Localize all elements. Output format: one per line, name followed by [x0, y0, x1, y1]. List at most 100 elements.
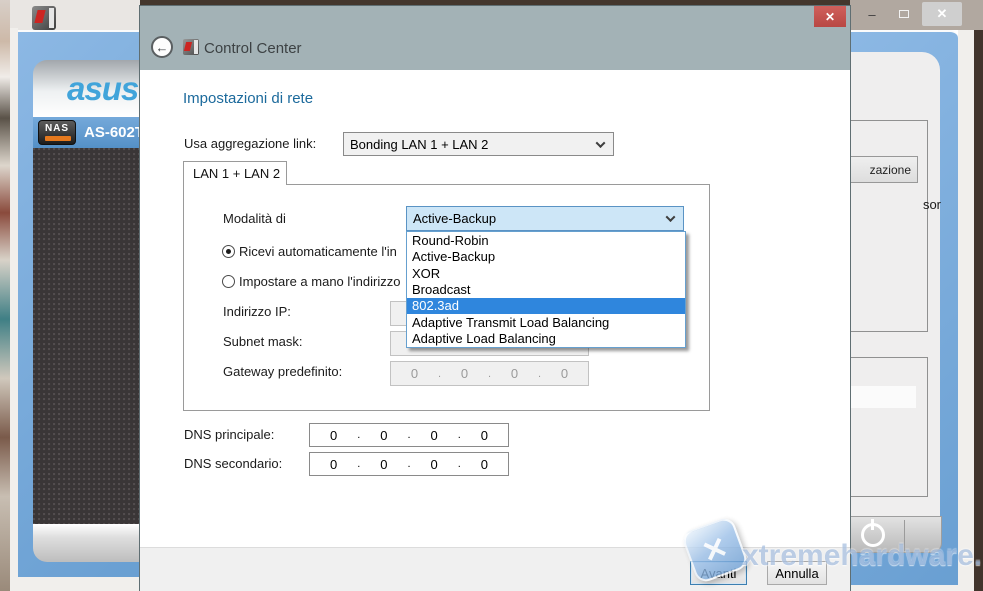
bg-groupbox-top: [846, 120, 928, 332]
aggregation-select[interactable]: Bonding LAN 1 + LAN 2: [343, 132, 614, 156]
asustor-logo: asus: [67, 70, 138, 108]
bg-window-close-button[interactable]: ✕: [922, 2, 962, 26]
octet: 0: [461, 366, 468, 381]
octet-dot: .: [357, 429, 360, 441]
dialog-close-button[interactable]: ✕: [814, 6, 846, 27]
octet: 0: [380, 457, 387, 472]
cancel-button[interactable]: Annulla: [767, 561, 827, 585]
minimize-button[interactable]: –: [858, 4, 886, 24]
dns-primary-label: DNS principale:: [184, 427, 274, 442]
bg-groupbox-bottom: [846, 357, 928, 497]
ip-address-label: Indirizzo IP:: [223, 304, 291, 319]
dropdown-option-xor[interactable]: XOR: [407, 265, 685, 281]
octet-dot: .: [458, 458, 461, 470]
nas-badge-icon: NAS: [38, 120, 76, 145]
bg-partial-input[interactable]: [846, 386, 916, 408]
control-center-app-icon[interactable]: [32, 6, 56, 30]
dropdown-option-adaptive-load[interactable]: Adaptive Load Balancing: [407, 331, 685, 347]
power-toolbar-divider: [904, 520, 905, 551]
dialog-body: Impostazioni di rete Usa aggregazione li…: [140, 70, 850, 547]
bonding-mode-value: Active-Backup: [413, 211, 496, 226]
octet-dot: .: [407, 458, 410, 470]
radio-manual-ip-label[interactable]: Impostare a mano l'indirizzo: [239, 274, 400, 289]
control-center-dialog: ← Control Center ✕ Impostazioni di rete …: [140, 6, 850, 591]
screen-right-edge: [974, 30, 983, 591]
gateway-label: Gateway predefinito:: [223, 364, 342, 379]
page-title: Impostazioni di rete: [183, 90, 313, 107]
bonding-mode-dropdown-list: Round-Robin Active-Backup XOR Broadcast …: [406, 231, 686, 348]
octet: 0: [380, 428, 387, 443]
maximize-icon: [899, 10, 909, 18]
back-arrow-icon: ←: [156, 40, 169, 55]
aggregation-value: Bonding LAN 1 + LAN 2: [350, 137, 488, 152]
octet: 0: [330, 428, 337, 443]
nas-artwork-header: asus: [33, 60, 140, 117]
dialog-titlebar: ← Control Center ✕: [140, 6, 850, 70]
bg-window-left-frame: [10, 28, 18, 591]
dns-primary-field[interactable]: 0. 0. 0. 0: [309, 423, 509, 447]
app-icon-page: [49, 8, 54, 28]
radio-auto-ip-label[interactable]: Ricevi automaticamente l'in: [239, 244, 397, 259]
octet-dot: .: [407, 429, 410, 441]
desktop-edge-sliver: [0, 0, 10, 591]
octet-dot: .: [438, 368, 441, 380]
tab-lan1-lan2[interactable]: LAN 1 + LAN 2: [183, 161, 287, 185]
gateway-field: 0. 0. 0. 0: [390, 361, 589, 386]
aggregation-label: Usa aggregazione link:: [184, 136, 316, 151]
octet: 0: [561, 366, 568, 381]
nas-device-base: [33, 524, 140, 562]
octet: 0: [511, 366, 518, 381]
bonding-mode-select[interactable]: Active-Backup: [406, 206, 684, 231]
dialog-close-icon: ✕: [825, 10, 835, 24]
app-icon-red-mark: [34, 10, 45, 23]
bg-window-blue-panel-left: asus NAS AS-602T: [18, 30, 140, 577]
octet-dot: .: [488, 368, 491, 380]
octet: 0: [330, 457, 337, 472]
chevron-down-icon: [596, 138, 606, 148]
screenshot-root: – ✕ zazione sor asus NAS AS-602T ←: [0, 0, 983, 591]
dropdown-option-round-robin[interactable]: Round-Robin: [407, 232, 685, 248]
bg-window-bottom-frame-right: [850, 585, 974, 591]
mode-label: Modalità di: [223, 211, 286, 226]
dialog-footer: Avanti Annulla: [140, 547, 850, 591]
octet-dot: .: [357, 458, 360, 470]
dialog-title: Control Center: [204, 40, 302, 57]
octet-dot: .: [458, 429, 461, 441]
octet: 0: [481, 457, 488, 472]
maximize-button[interactable]: [890, 4, 918, 24]
partial-text-sor: sor: [896, 197, 941, 212]
radio-manual-ip[interactable]: [222, 275, 235, 288]
nas-model-row: NAS AS-602T: [33, 117, 140, 148]
dropdown-option-broadcast[interactable]: Broadcast: [407, 281, 685, 297]
dropdown-option-8023ad[interactable]: 802.3ad: [407, 298, 685, 314]
octet: 0: [431, 457, 438, 472]
partial-button-zazione[interactable]: zazione: [846, 156, 918, 183]
next-button[interactable]: Avanti: [690, 561, 747, 585]
dns-secondary-field[interactable]: 0. 0. 0. 0: [309, 452, 509, 476]
dns-secondary-label: DNS secondario:: [184, 456, 282, 471]
cancel-button-label: Annulla: [775, 566, 818, 581]
octet: 0: [481, 428, 488, 443]
power-icon-bar: [871, 519, 874, 530]
control-center-icon: [183, 39, 199, 55]
cc-icon-red-mark: [184, 42, 192, 51]
octet: 0: [431, 428, 438, 443]
chevron-down-icon: [666, 212, 676, 222]
nas-badge-label: NAS: [39, 123, 75, 134]
taskbar-strip: [10, 0, 140, 30]
close-icon: ✕: [937, 6, 948, 22]
octet-dot: .: [538, 368, 541, 380]
nas-device-body: [33, 148, 140, 524]
power-toolbar: [846, 516, 942, 553]
nas-badge-slot: [45, 136, 71, 141]
radio-auto-ip[interactable]: [222, 245, 235, 258]
next-button-label: Avanti: [701, 566, 737, 581]
dropdown-option-active-backup[interactable]: Active-Backup: [407, 248, 685, 264]
minimize-icon: –: [868, 7, 875, 22]
tab-label: LAN 1 + LAN 2: [193, 166, 280, 181]
octet: 0: [411, 366, 418, 381]
bg-window-right-frame: [958, 30, 974, 591]
dropdown-option-adaptive-transmit[interactable]: Adaptive Transmit Load Balancing: [407, 314, 685, 330]
back-button[interactable]: ←: [151, 36, 173, 58]
nas-model-label: AS-602T: [84, 124, 140, 141]
